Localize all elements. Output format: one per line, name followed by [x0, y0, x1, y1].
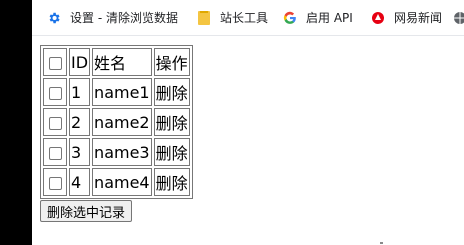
row-select-cell — [43, 168, 67, 196]
row-name: name1 — [92, 78, 152, 106]
gear-icon — [46, 10, 62, 26]
folder-icon — [196, 10, 212, 26]
bookmark-webmaster-tools[interactable]: 站长工具 — [196, 10, 268, 26]
row-select-cell — [43, 108, 67, 136]
bookmarks-bar: 设置 - 清除浏览数据 站长工具 启用 API 网易新闻 — [32, 0, 464, 36]
row-delete-link[interactable]: 删除 — [153, 78, 190, 106]
page-content: ID 姓名 操作 1 name1 删除 2 name2 删除 3 name3 删… — [40, 45, 193, 222]
row-delete-link[interactable]: 删除 — [153, 138, 190, 166]
bookmark-overflow[interactable] — [452, 10, 464, 26]
delete-selected-button[interactable]: 删除选中记录 — [40, 200, 133, 222]
table-row: 4 name4 删除 — [43, 168, 190, 196]
netease-icon — [370, 10, 386, 26]
table-row: 1 name1 删除 — [43, 78, 190, 106]
row-name: name3 — [92, 138, 152, 166]
row-checkbox[interactable] — [48, 176, 62, 190]
column-header-id: ID — [69, 48, 91, 76]
bookmark-enable-api[interactable]: 启用 API — [282, 10, 353, 26]
row-id: 3 — [69, 138, 91, 166]
row-id: 4 — [69, 168, 91, 196]
bookmark-label: 启用 API — [306, 11, 353, 25]
bookmark-label: 站长工具 — [220, 11, 269, 25]
row-delete-link[interactable]: 删除 — [153, 108, 190, 136]
row-id: 1 — [69, 78, 91, 106]
row-select-cell — [43, 138, 67, 166]
column-header-name: 姓名 — [92, 48, 152, 76]
table-row: 2 name2 删除 — [43, 108, 190, 136]
bookmark-label: 设置 - 清除浏览数据 — [70, 11, 178, 25]
left-dark-strip — [0, 0, 32, 245]
bookmark-netease-news[interactable]: 网易新闻 — [370, 10, 442, 26]
table-row: 3 name3 删除 — [43, 138, 190, 166]
row-checkbox[interactable] — [48, 86, 62, 100]
select-all-checkbox[interactable] — [48, 56, 62, 70]
records-table: ID 姓名 操作 1 name1 删除 2 name2 删除 3 name3 删… — [40, 45, 193, 199]
row-select-cell — [43, 78, 67, 106]
column-header-action: 操作 — [153, 48, 190, 76]
google-g-icon — [282, 10, 298, 26]
cursor-mark — [380, 242, 383, 244]
globe-icon — [452, 10, 464, 26]
bookmark-settings[interactable]: 设置 - 清除浏览数据 — [46, 10, 178, 26]
row-name: name4 — [92, 168, 152, 196]
row-delete-link[interactable]: 删除 — [153, 168, 190, 196]
row-name: name2 — [92, 108, 152, 136]
select-all-cell — [43, 48, 67, 76]
bookmark-label: 网易新闻 — [394, 11, 443, 25]
table-header-row: ID 姓名 操作 — [43, 48, 190, 76]
row-checkbox[interactable] — [48, 116, 62, 130]
row-checkbox[interactable] — [48, 146, 62, 160]
row-id: 2 — [69, 108, 91, 136]
